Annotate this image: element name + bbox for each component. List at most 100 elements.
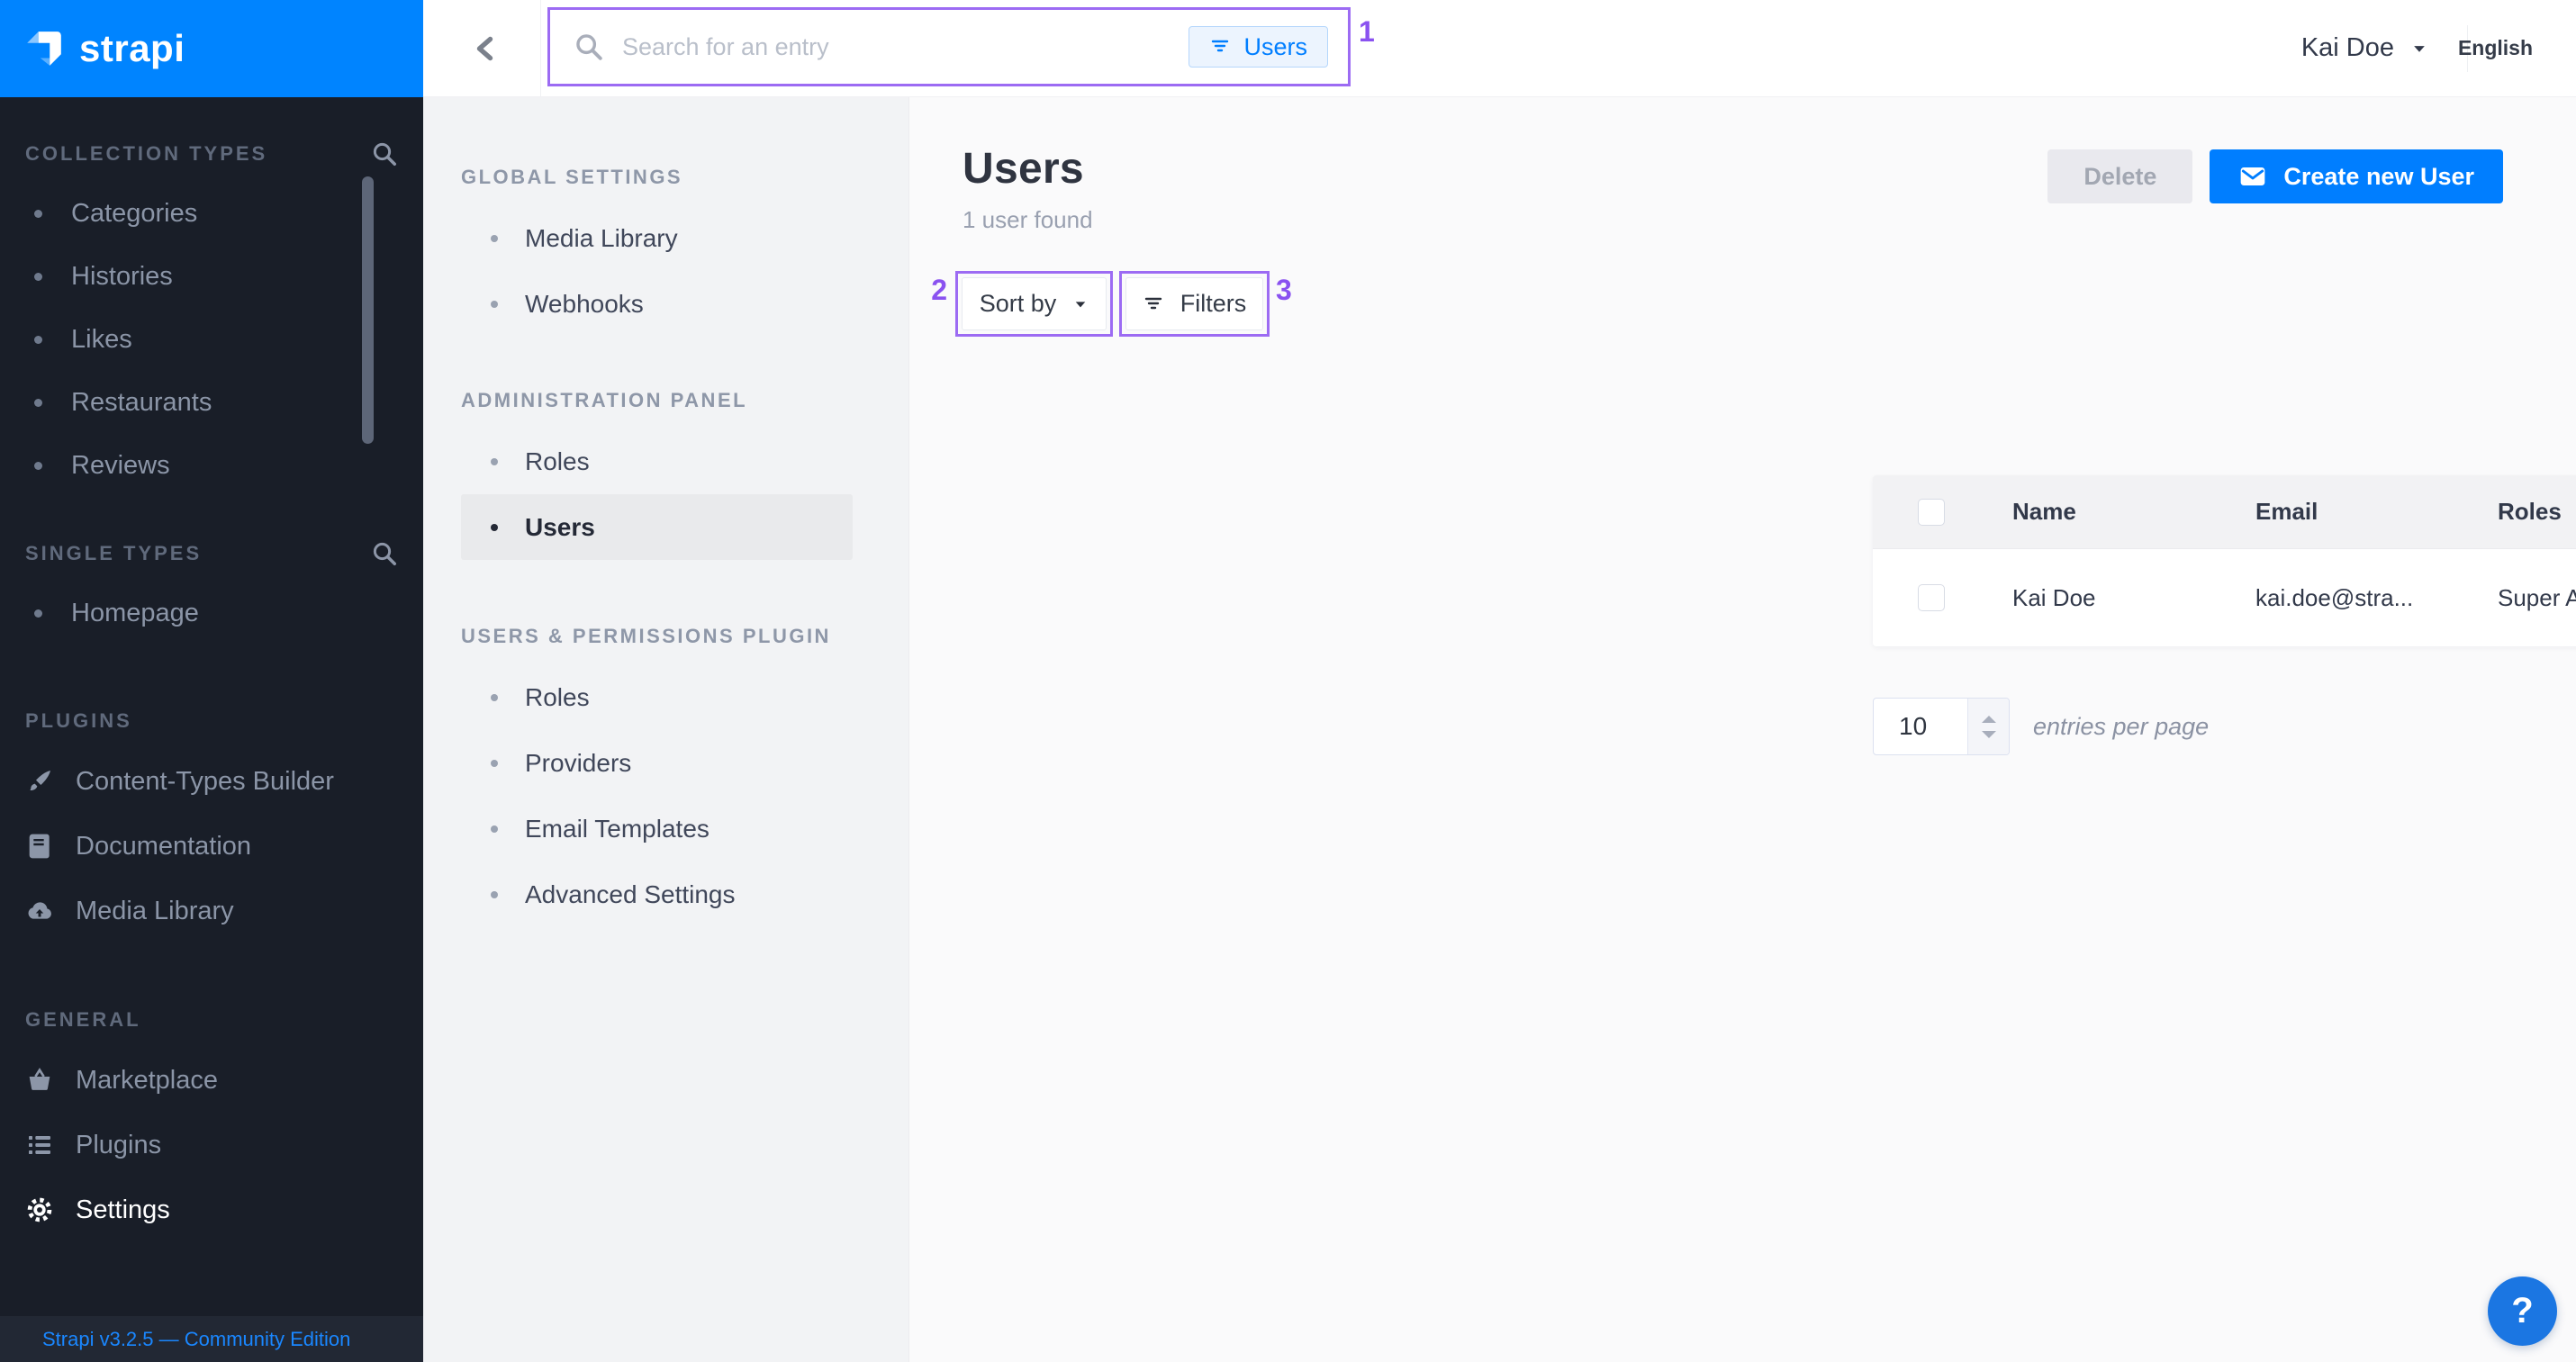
gear-icon — [25, 1195, 54, 1224]
strapi-logo[interactable]: strapi — [0, 0, 423, 97]
select-all-checkbox[interactable] — [1918, 499, 1945, 526]
row-checkbox[interactable] — [1918, 584, 1945, 611]
filters-button[interactable]: Filters — [1125, 277, 1263, 330]
section-title: GENERAL — [25, 1008, 141, 1032]
help-button[interactable]: ? — [2488, 1276, 2557, 1346]
settings-item-media-library[interactable]: Media Library — [461, 205, 853, 271]
version-link[interactable]: Strapi v3.2.5 — Community Edition — [42, 1328, 350, 1351]
settings-item-advanced-settings[interactable]: Advanced Settings — [461, 861, 853, 927]
cell-roles: Super Admin — [2498, 584, 2576, 612]
section-single-types: SINGLE TYPES Homepage — [0, 540, 423, 645]
envelope-icon — [2238, 162, 2267, 191]
bullet-icon — [491, 235, 498, 242]
topbar-divider — [540, 0, 541, 96]
settings-item-webhooks[interactable]: Webhooks — [461, 271, 853, 337]
caret-up-icon — [1982, 716, 1996, 723]
sidebar-item-plugins[interactable]: Plugins — [25, 1113, 398, 1177]
sidebar-item-histories[interactable]: Histories — [25, 245, 398, 308]
bullet-icon — [34, 609, 42, 618]
settings-item-providers[interactable]: Providers — [461, 730, 853, 796]
column-header-roles[interactable]: Roles — [2498, 498, 2576, 526]
search-icon — [574, 32, 604, 62]
brand-name: strapi — [79, 27, 185, 70]
cell-email: kai.doe@stra... — [2255, 584, 2498, 612]
settings-item-email-templates[interactable]: Email Templates — [461, 796, 853, 861]
search-icon[interactable] — [371, 540, 398, 567]
section-plugins: PLUGINS Content-Types Builder Documentat… — [0, 708, 423, 943]
entries-per-page-label: entries per page — [2033, 698, 2209, 755]
column-header-name[interactable]: Name — [2012, 498, 2255, 526]
annotation-number-2: 2 — [931, 274, 947, 307]
column-header-email[interactable]: Email — [2255, 498, 2498, 526]
settings-item-admin-roles[interactable]: Roles — [461, 428, 853, 494]
table-row[interactable]: Kai Doe kai.doe@stra... Super Admin - Ac… — [1873, 549, 2576, 646]
settings-item-up-roles[interactable]: Roles — [461, 664, 853, 730]
cell-name: Kai Doe — [2012, 584, 2255, 612]
sidebar-item-likes[interactable]: Likes — [25, 308, 398, 371]
user-name: Kai Doe — [2301, 33, 2394, 63]
brush-icon — [25, 767, 54, 796]
bullet-icon — [491, 825, 498, 833]
list-icon — [25, 1131, 54, 1159]
page-header: Users 1 user found Delete Create new Use… — [963, 144, 2503, 234]
sidebar-item-media-library[interactable]: Media Library — [25, 879, 398, 943]
cloud-upload-icon — [25, 897, 54, 925]
entries-per-page-select[interactable]: 10 — [1873, 698, 2010, 755]
caret-down-icon — [1982, 731, 1996, 738]
bullet-icon — [491, 458, 498, 465]
annotation-box-filters: Filters 3 — [1119, 271, 1270, 337]
sidebar-item-restaurants[interactable]: Restaurants — [25, 371, 398, 434]
caret-down-icon — [1072, 296, 1089, 312]
bullet-icon — [34, 399, 42, 407]
bullet-icon — [34, 210, 42, 218]
search-icon[interactable] — [371, 140, 398, 167]
page-subtitle: 1 user found — [963, 206, 1093, 234]
sidebar-item-content-types-builder[interactable]: Content-Types Builder — [25, 749, 398, 814]
sort-by-button[interactable]: Sort by — [962, 277, 1107, 330]
caret-down-icon — [2410, 40, 2428, 58]
bullet-icon — [491, 891, 498, 898]
bullet-icon — [34, 273, 42, 281]
search-input[interactable] — [604, 33, 1189, 61]
section-title: PLUGINS — [25, 709, 132, 733]
entries-per-page-value: 10 — [1874, 699, 1967, 754]
annotation-number-1: 1 — [1359, 15, 1375, 49]
delete-button[interactable]: Delete — [2047, 149, 2192, 203]
filter-icon — [1209, 36, 1231, 58]
settings-section-title: GLOBAL SETTINGS — [461, 164, 908, 191]
section-collection-types: COLLECTION TYPES Categories Histories Li… — [0, 140, 423, 497]
sidebar-scrollbar[interactable] — [362, 176, 374, 444]
bullet-icon — [491, 301, 498, 308]
main-sidebar: strapi COLLECTION TYPES Categories Histo… — [0, 0, 423, 1362]
search-collection-tag[interactable]: Users — [1189, 26, 1328, 68]
settings-item-admin-users[interactable]: Users — [461, 494, 853, 560]
sidebar-item-documentation[interactable]: Documentation — [25, 814, 398, 879]
settings-section-title: ADMINISTRATION PANEL — [461, 387, 908, 414]
page-title: Users — [963, 144, 1093, 194]
bullet-icon — [34, 336, 42, 344]
book-icon — [25, 832, 54, 861]
language-selector[interactable]: English — [2458, 0, 2533, 96]
sidebar-item-reviews[interactable]: Reviews — [25, 434, 398, 497]
annotation-number-3: 3 — [1276, 274, 1292, 307]
table-header-row: Name Email Roles Username Active User — [1873, 475, 2576, 549]
section-general: GENERAL Marketplace Plugins Settings — [0, 1006, 423, 1242]
bullet-icon — [491, 760, 498, 767]
sidebar-item-homepage[interactable]: Homepage — [25, 582, 398, 645]
stepper-icon[interactable] — [1967, 699, 2009, 754]
sidebar-item-marketplace[interactable]: Marketplace — [25, 1048, 398, 1113]
section-title: COLLECTION TYPES — [25, 142, 267, 166]
back-button[interactable] — [463, 25, 510, 72]
settings-sidebar: GLOBAL SETTINGS Media Library Webhooks A… — [423, 97, 909, 1362]
question-mark-icon: ? — [2511, 1291, 2533, 1331]
bullet-icon — [491, 524, 498, 531]
sidebar-footer: Strapi v3.2.5 — Community Edition — [0, 1316, 423, 1362]
settings-section-title: USERS & PERMISSIONS PLUGIN — [461, 623, 908, 650]
sidebar-item-categories[interactable]: Categories — [25, 182, 398, 245]
user-menu[interactable]: Kai Doe — [2301, 0, 2428, 96]
create-new-user-button[interactable]: Create new User — [2210, 149, 2503, 203]
users-table: Name Email Roles Username Active User Ka… — [1873, 475, 2576, 646]
sidebar-item-settings[interactable]: Settings — [25, 1177, 398, 1242]
annotation-box-search: Users 1 — [547, 7, 1351, 86]
chevron-left-icon — [470, 32, 502, 65]
